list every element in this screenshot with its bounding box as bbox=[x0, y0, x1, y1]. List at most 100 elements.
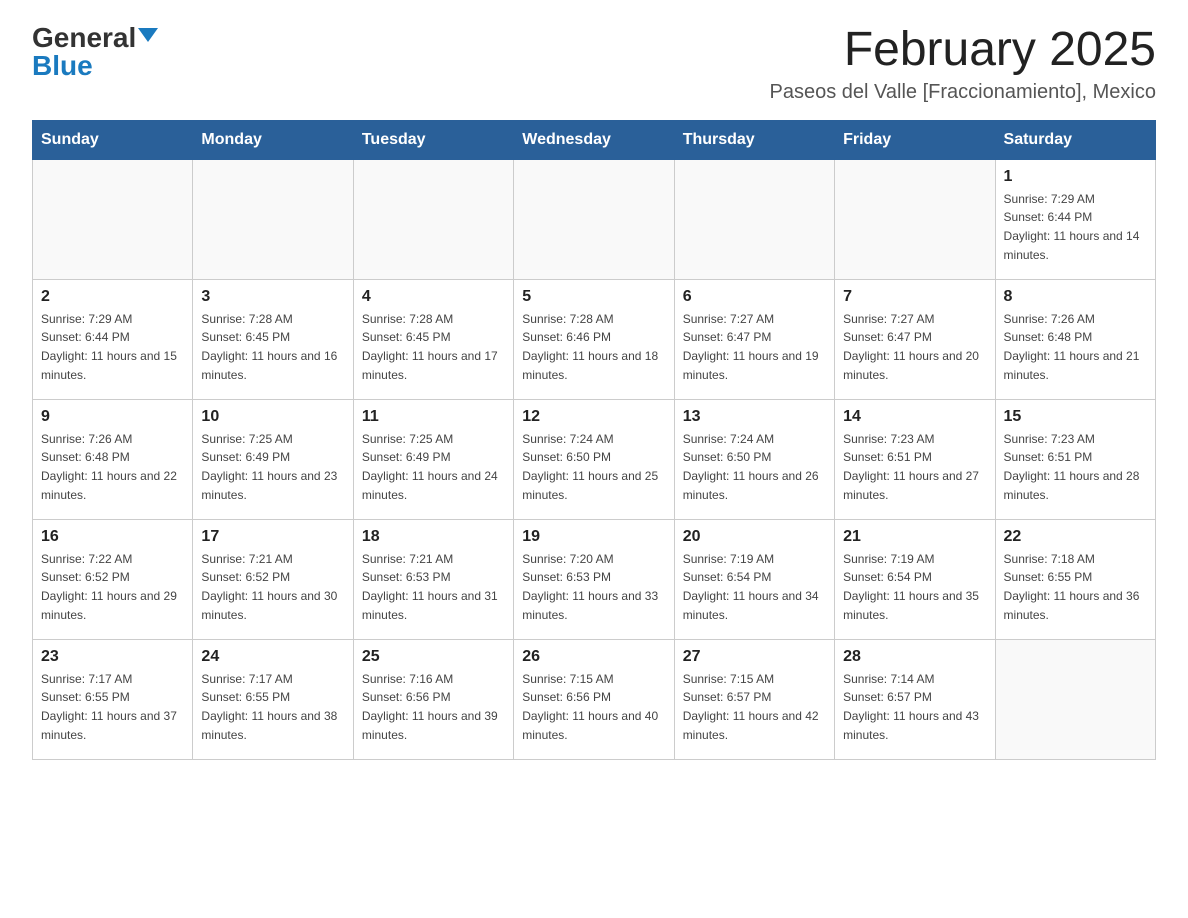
calendar-cell: 10 Sunrise: 7:25 AMSunset: 6:49 PMDayligh… bbox=[193, 399, 353, 519]
calendar-cell: 18 Sunrise: 7:21 AMSunset: 6:53 PMDayligh… bbox=[353, 519, 513, 639]
day-info: Sunrise: 7:29 AMSunset: 6:44 PMDaylight:… bbox=[1004, 190, 1147, 264]
calendar-cell: 23 Sunrise: 7:17 AMSunset: 6:55 PMDayligh… bbox=[33, 639, 193, 759]
day-number: 27 bbox=[683, 648, 826, 666]
day-info: Sunrise: 7:26 AMSunset: 6:48 PMDaylight:… bbox=[41, 430, 184, 504]
day-number: 15 bbox=[1004, 408, 1147, 426]
day-info: Sunrise: 7:18 AMSunset: 6:55 PMDaylight:… bbox=[1004, 550, 1147, 624]
calendar-cell: 22 Sunrise: 7:18 AMSunset: 6:55 PMDayligh… bbox=[995, 519, 1155, 639]
day-header-tuesday: Tuesday bbox=[353, 120, 513, 159]
day-info: Sunrise: 7:21 AMSunset: 6:53 PMDaylight:… bbox=[362, 550, 505, 624]
day-info: Sunrise: 7:15 AMSunset: 6:57 PMDaylight:… bbox=[683, 670, 826, 744]
calendar-cell: 7 Sunrise: 7:27 AMSunset: 6:47 PMDaylight… bbox=[835, 279, 995, 399]
calendar-cell bbox=[835, 159, 995, 279]
calendar-cell: 19 Sunrise: 7:20 AMSunset: 6:53 PMDayligh… bbox=[514, 519, 674, 639]
calendar-cell bbox=[33, 159, 193, 279]
calendar-cell: 6Sunrise: 7:27 AMSunset: 6:47 PMDaylight… bbox=[674, 279, 834, 399]
calendar-cell: 3 Sunrise: 7:28 AMSunset: 6:45 PMDaylight… bbox=[193, 279, 353, 399]
calendar-cell: 17 Sunrise: 7:21 AMSunset: 6:52 PMDayligh… bbox=[193, 519, 353, 639]
day-info: Sunrise: 7:17 AMSunset: 6:55 PMDaylight:… bbox=[201, 670, 344, 744]
day-number: 10 bbox=[201, 408, 344, 426]
logo-general-text: General bbox=[32, 24, 136, 52]
day-number: 26 bbox=[522, 648, 665, 666]
calendar-cell: 13 Sunrise: 7:24 AMSunset: 6:50 PMDayligh… bbox=[674, 399, 834, 519]
page-header: General Blue February 2025 Paseos del Va… bbox=[32, 24, 1156, 104]
calendar-cell: 15 Sunrise: 7:23 AMSunset: 6:51 PMDayligh… bbox=[995, 399, 1155, 519]
day-info: Sunrise: 7:28 AMSunset: 6:45 PMDaylight:… bbox=[201, 310, 344, 384]
day-number: 21 bbox=[843, 528, 986, 546]
calendar-cell: 14 Sunrise: 7:23 AMSunset: 6:51 PMDayligh… bbox=[835, 399, 995, 519]
day-info: Sunrise: 7:19 AMSunset: 6:54 PMDaylight:… bbox=[683, 550, 826, 624]
day-header-friday: Friday bbox=[835, 120, 995, 159]
calendar-cell bbox=[193, 159, 353, 279]
day-info: Sunrise: 7:14 AMSunset: 6:57 PMDaylight:… bbox=[843, 670, 986, 744]
calendar-cell: 4Sunrise: 7:28 AMSunset: 6:45 PMDaylight… bbox=[353, 279, 513, 399]
day-number: 12 bbox=[522, 408, 665, 426]
day-number: 9 bbox=[41, 408, 184, 426]
day-number: 18 bbox=[362, 528, 505, 546]
logo: General Blue bbox=[32, 24, 158, 80]
calendar-cell: 28 Sunrise: 7:14 AMSunset: 6:57 PMDayligh… bbox=[835, 639, 995, 759]
logo-blue-text: Blue bbox=[32, 52, 136, 80]
day-info: Sunrise: 7:23 AMSunset: 6:51 PMDaylight:… bbox=[1004, 430, 1147, 504]
day-info: Sunrise: 7:27 AMSunset: 6:47 PMDaylight:… bbox=[843, 310, 986, 384]
day-number: 20 bbox=[683, 528, 826, 546]
calendar-week-row: 2 Sunrise: 7:29 AMSunset: 6:44 PMDaylight… bbox=[33, 279, 1156, 399]
calendar-cell: 27 Sunrise: 7:15 AMSunset: 6:57 PMDayligh… bbox=[674, 639, 834, 759]
day-number: 14 bbox=[843, 408, 986, 426]
calendar-table: SundayMondayTuesdayWednesdayThursdayFrid… bbox=[32, 120, 1156, 760]
day-info: Sunrise: 7:28 AMSunset: 6:46 PMDaylight:… bbox=[522, 310, 665, 384]
day-number: 2 bbox=[41, 288, 184, 306]
calendar-cell: 1 Sunrise: 7:29 AMSunset: 6:44 PMDaylight… bbox=[995, 159, 1155, 279]
day-number: 4 bbox=[362, 288, 505, 306]
calendar-cell: 20 Sunrise: 7:19 AMSunset: 6:54 PMDayligh… bbox=[674, 519, 834, 639]
day-header-saturday: Saturday bbox=[995, 120, 1155, 159]
day-info: Sunrise: 7:27 AMSunset: 6:47 PMDaylight:… bbox=[683, 310, 826, 384]
calendar-cell: 25 Sunrise: 7:16 AMSunset: 6:56 PMDayligh… bbox=[353, 639, 513, 759]
day-header-wednesday: Wednesday bbox=[514, 120, 674, 159]
calendar-week-row: 1 Sunrise: 7:29 AMSunset: 6:44 PMDaylight… bbox=[33, 159, 1156, 279]
day-info: Sunrise: 7:21 AMSunset: 6:52 PMDaylight:… bbox=[201, 550, 344, 624]
calendar-cell: 12 Sunrise: 7:24 AMSunset: 6:50 PMDayligh… bbox=[514, 399, 674, 519]
day-info: Sunrise: 7:24 AMSunset: 6:50 PMDaylight:… bbox=[683, 430, 826, 504]
calendar-week-row: 9 Sunrise: 7:26 AMSunset: 6:48 PMDaylight… bbox=[33, 399, 1156, 519]
day-header-sunday: Sunday bbox=[33, 120, 193, 159]
calendar-week-row: 23 Sunrise: 7:17 AMSunset: 6:55 PMDayligh… bbox=[33, 639, 1156, 759]
day-info: Sunrise: 7:22 AMSunset: 6:52 PMDaylight:… bbox=[41, 550, 184, 624]
day-number: 7 bbox=[843, 288, 986, 306]
day-number: 5 bbox=[522, 288, 665, 306]
calendar-cell bbox=[674, 159, 834, 279]
calendar-cell: 21Sunrise: 7:19 AMSunset: 6:54 PMDayligh… bbox=[835, 519, 995, 639]
day-number: 13 bbox=[683, 408, 826, 426]
day-info: Sunrise: 7:23 AMSunset: 6:51 PMDaylight:… bbox=[843, 430, 986, 504]
day-number: 19 bbox=[522, 528, 665, 546]
day-info: Sunrise: 7:29 AMSunset: 6:44 PMDaylight:… bbox=[41, 310, 184, 384]
calendar-cell bbox=[995, 639, 1155, 759]
day-number: 23 bbox=[41, 648, 184, 666]
day-number: 8 bbox=[1004, 288, 1147, 306]
calendar-cell: 8Sunrise: 7:26 AMSunset: 6:48 PMDaylight… bbox=[995, 279, 1155, 399]
calendar-cell bbox=[353, 159, 513, 279]
day-number: 24 bbox=[201, 648, 344, 666]
calendar-cell: 5 Sunrise: 7:28 AMSunset: 6:46 PMDaylight… bbox=[514, 279, 674, 399]
day-number: 11 bbox=[362, 408, 505, 426]
calendar-week-row: 16 Sunrise: 7:22 AMSunset: 6:52 PMDayligh… bbox=[33, 519, 1156, 639]
calendar-cell: 11Sunrise: 7:25 AMSunset: 6:49 PMDayligh… bbox=[353, 399, 513, 519]
day-number: 22 bbox=[1004, 528, 1147, 546]
month-title: February 2025 bbox=[770, 24, 1156, 77]
calendar-cell: 9 Sunrise: 7:26 AMSunset: 6:48 PMDaylight… bbox=[33, 399, 193, 519]
day-info: Sunrise: 7:20 AMSunset: 6:53 PMDaylight:… bbox=[522, 550, 665, 624]
calendar-cell: 26Sunrise: 7:15 AMSunset: 6:56 PMDayligh… bbox=[514, 639, 674, 759]
day-number: 28 bbox=[843, 648, 986, 666]
day-number: 25 bbox=[362, 648, 505, 666]
day-number: 3 bbox=[201, 288, 344, 306]
day-info: Sunrise: 7:17 AMSunset: 6:55 PMDaylight:… bbox=[41, 670, 184, 744]
day-info: Sunrise: 7:25 AMSunset: 6:49 PMDaylight:… bbox=[201, 430, 344, 504]
logo-triangle-icon bbox=[138, 28, 158, 42]
day-number: 16 bbox=[41, 528, 184, 546]
title-section: February 2025 Paseos del Valle [Fraccion… bbox=[770, 24, 1156, 104]
day-number: 1 bbox=[1004, 168, 1147, 186]
day-info: Sunrise: 7:16 AMSunset: 6:56 PMDaylight:… bbox=[362, 670, 505, 744]
day-number: 17 bbox=[201, 528, 344, 546]
calendar-cell: 24 Sunrise: 7:17 AMSunset: 6:55 PMDayligh… bbox=[193, 639, 353, 759]
day-info: Sunrise: 7:24 AMSunset: 6:50 PMDaylight:… bbox=[522, 430, 665, 504]
